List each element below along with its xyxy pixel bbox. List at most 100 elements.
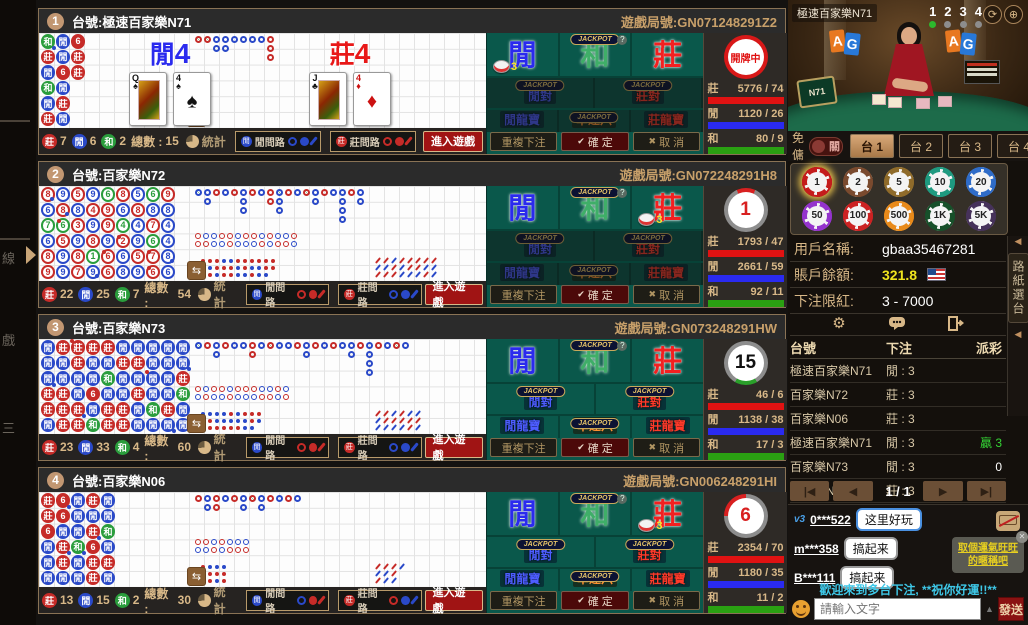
bet-player[interactable]: 閒 (487, 186, 560, 229)
cancel-button[interactable]: ✖取 消 (633, 132, 700, 151)
bet-lucky-six[interactable]: JACKPOT幸運六 (560, 416, 633, 438)
bet-lucky-six[interactable]: JACKPOT幸運六 (560, 569, 633, 591)
ask-player-road[interactable]: 閒閒問路 (246, 590, 329, 611)
road-switch-icon[interactable]: ⇆ (187, 414, 206, 433)
last-page-button[interactable]: ▶| (967, 481, 1006, 501)
cancel-button[interactable]: ✖取 消 (633, 285, 700, 304)
chip-100[interactable]: 100 (843, 201, 873, 231)
stats-link[interactable]: 統計 (214, 583, 237, 617)
bet-tie[interactable]: 和JACKPOT? (560, 339, 633, 382)
chip-5[interactable]: 5 (884, 167, 914, 197)
first-page-button[interactable]: |◀ (790, 481, 829, 501)
roadmap[interactable]: 8676899865995839879498196999668642685849… (39, 186, 486, 281)
cancel-button[interactable]: ✖取 消 (633, 591, 700, 610)
rebet-button[interactable]: 重複下注 (490, 438, 557, 457)
help-icon[interactable]: ? (617, 35, 627, 45)
camera-1[interactable]: 1 (929, 4, 936, 28)
ask-banker-road[interactable]: 莊莊問路 (330, 131, 416, 152)
exit-door-icon[interactable] (948, 316, 964, 331)
bet-banker[interactable]: 莊3 (632, 186, 703, 229)
bet-player[interactable]: 閒 (487, 339, 560, 382)
camera-2[interactable]: 2 (944, 4, 951, 28)
prev-page-button[interactable]: ◀ (833, 481, 872, 501)
camera-3[interactable]: 3 (960, 4, 967, 28)
live-video-panel[interactable]: AG AG N71 極速百家樂N71 1234 ⟳ ⊕ (788, 0, 1028, 131)
rebet-button[interactable]: 重複下注 (490, 132, 557, 151)
table-tab-3[interactable]: 台 3 (948, 134, 992, 158)
stats-pie-icon[interactable] (198, 594, 211, 607)
enter-game-button[interactable]: 進入遊戲 (425, 437, 483, 458)
help-icon[interactable]: ? (617, 188, 627, 198)
table-tab-1[interactable]: 台 1 (850, 134, 894, 158)
road-switch-icon[interactable]: ⇆ (187, 567, 206, 586)
road-select-side-tab[interactable]: ◀ 路紙選台 ◀ (1007, 236, 1028, 416)
roadmap[interactable]: 閒閒閒莊莊閒莊閒閒莊莊莊莊莊閒閒莊莊莊閒閒6閒和莊閒和閒莊莊閒莊閒閒莊莊閒莊閒莊… (39, 339, 486, 434)
bet-banker-dragon[interactable]: 莊龍寶 (632, 569, 703, 591)
chat-bubble-icon[interactable] (888, 316, 906, 331)
confirm-button[interactable]: ✔確 定 (561, 438, 628, 457)
ask-player-road[interactable]: 閒閒問路 (246, 437, 329, 458)
road-switch-icon[interactable]: ⇆ (187, 261, 206, 280)
ask-player-road[interactable]: 閒閒問路 (246, 284, 329, 305)
enter-game-button[interactable]: 進入遊戲 (425, 284, 483, 305)
stats-link[interactable]: 統計 (202, 133, 226, 150)
emoji-icon[interactable] (792, 600, 810, 618)
help-icon[interactable]: ? (617, 341, 627, 351)
chip-10[interactable]: 10 (925, 167, 955, 197)
roadmap[interactable]: 和莊閒和閒莊閒閒6閒莊閒6莊莊⇆閒4Q♠4♠♠莊4J♣4♦♦ (39, 33, 486, 128)
collapse-arrow-bottom[interactable]: ◀ (1008, 329, 1028, 340)
table-tab-4[interactable]: 台 4 (997, 134, 1028, 158)
help-icon[interactable]: ? (617, 494, 627, 504)
bet-player-dragon[interactable]: 閒龍寶 (487, 416, 560, 438)
roadmap[interactable]: 莊莊6閒閒閒66閒莊莊閒閒閒閒和閒閒莊閒莊6莊莊閒閒和閒莊閒⇆ (39, 492, 486, 587)
chip-2[interactable]: 2 (843, 167, 873, 197)
bet-banker-pair[interactable]: JACKPOT莊對 (596, 537, 703, 567)
chip-1K[interactable]: 1K (925, 201, 955, 231)
ask-banker-road[interactable]: 莊莊問路 (338, 590, 421, 611)
bet-player-dragon[interactable]: 閒龍寶 (487, 569, 560, 591)
ask-player-road[interactable]: 閒閒問路 (235, 131, 321, 152)
stats-pie-icon[interactable] (198, 288, 211, 301)
chip-20[interactable]: 20 (966, 167, 996, 197)
scroll-up-icon[interactable]: ▲ (985, 604, 994, 614)
bet-player[interactable]: 閒3 (487, 33, 560, 76)
no-commission-toggle[interactable]: 關 (809, 137, 843, 156)
confirm-button[interactable]: ✔確 定 (561, 132, 628, 151)
bet-banker-pair[interactable]: JACKPOT莊對 (596, 384, 703, 414)
bet-player-pair[interactable]: JACKPOT閒對 (487, 384, 596, 414)
stats-link[interactable]: 統計 (214, 277, 237, 311)
stats-pie-icon[interactable] (186, 135, 199, 148)
camera-4[interactable]: 4 (975, 4, 982, 28)
bet-banker[interactable]: 莊3 (632, 492, 703, 535)
stats-link[interactable]: 統計 (214, 430, 237, 464)
chip-1[interactable]: 1 (802, 167, 832, 197)
chip-5K[interactable]: 5K (966, 201, 996, 231)
refresh-icon[interactable]: ⟳ (983, 5, 1002, 24)
rebet-button[interactable]: 重複下注 (490, 285, 557, 304)
tooltip-close-icon[interactable]: ✕ (1016, 531, 1028, 543)
chat-input[interactable] (814, 598, 981, 620)
zoom-icon[interactable]: ⊕ (1004, 5, 1023, 24)
ask-banker-road[interactable]: 莊莊問路 (338, 437, 421, 458)
bet-banker[interactable]: 莊 (632, 33, 703, 76)
bet-banker[interactable]: 莊 (632, 339, 703, 382)
confirm-button[interactable]: ✔確 定 (561, 591, 628, 610)
confirm-button[interactable]: ✔確 定 (561, 285, 628, 304)
next-page-button[interactable]: ▶ (923, 481, 962, 501)
bet-player-pair[interactable]: JACKPOT閒對 (487, 537, 596, 567)
chip-50[interactable]: 50 (802, 201, 832, 231)
bet-tie[interactable]: 和JACKPOT? (560, 186, 633, 229)
cancel-button[interactable]: ✖取 消 (633, 438, 700, 457)
stats-pie-icon[interactable] (198, 441, 211, 454)
enter-game-button[interactable]: 進入遊戲 (425, 590, 483, 611)
bet-player[interactable]: 閒 (487, 492, 560, 535)
bet-tie[interactable]: 和JACKPOT? (560, 33, 633, 76)
ask-banker-road[interactable]: 莊莊問路 (338, 284, 421, 305)
chat-mute-icon[interactable] (996, 511, 1020, 531)
enter-game-button[interactable]: 進入遊戲 (423, 131, 483, 152)
send-button[interactable]: 發送 (998, 597, 1024, 621)
collapse-arrow-top[interactable]: ◀ (1008, 236, 1028, 247)
bet-banker-dragon[interactable]: 莊龍寶 (632, 416, 703, 438)
rebet-button[interactable]: 重複下注 (490, 591, 557, 610)
chip-500[interactable]: 500 (884, 201, 914, 231)
